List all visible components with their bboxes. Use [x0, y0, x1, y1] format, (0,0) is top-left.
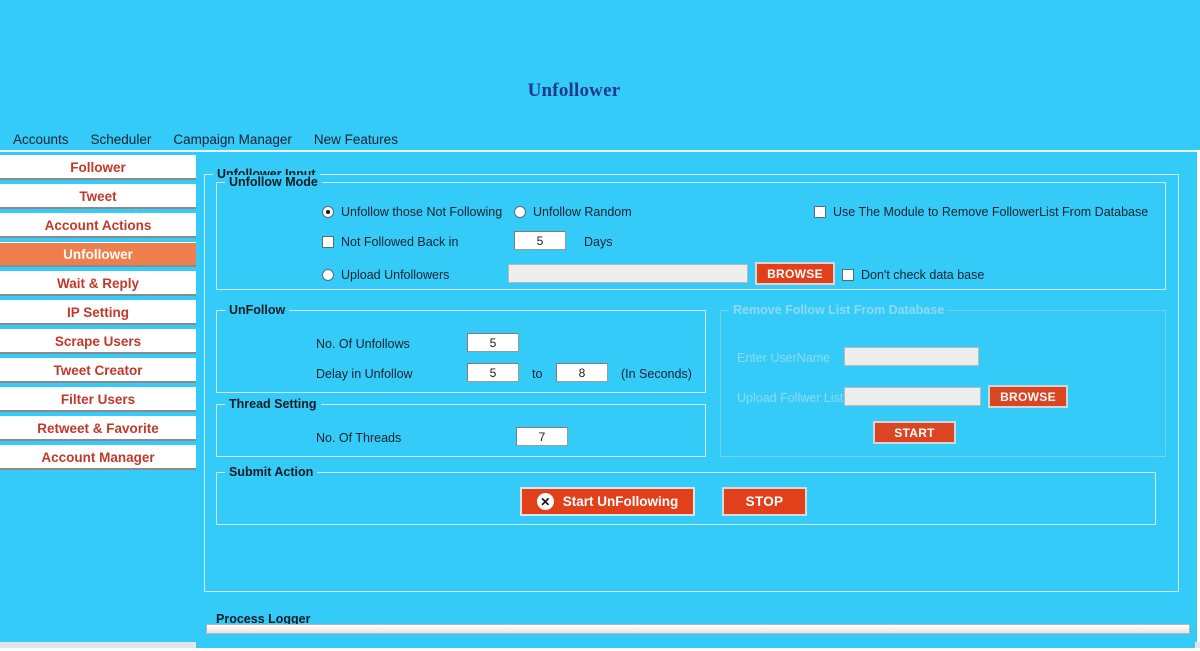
checkbox-dont-check-data-base[interactable]	[842, 269, 854, 281]
upload-follower-list-label: Upload Follwer List	[737, 391, 844, 405]
radio-upload-unfollowers[interactable]	[322, 269, 334, 281]
start-unfollowing-label: Start UnFollowing	[562, 494, 679, 509]
checkbox-not-followed-back-row[interactable]: Not Followed Back in	[322, 235, 458, 249]
checkbox-not-followed-back-label: Not Followed Back in	[341, 235, 459, 249]
checkbox-use-module-remove-followerlist[interactable]	[814, 206, 826, 218]
remove-follow-list-group: Remove Follow List From Database Enter U…	[720, 303, 1166, 457]
days-input[interactable]	[514, 231, 566, 250]
submit-action-legend: Submit Action	[225, 465, 318, 479]
unfollow-mode-legend: Unfollow Mode	[225, 175, 322, 189]
thread-setting-group: Thread Setting No. Of Threads	[216, 397, 706, 457]
sidebar-item-unfollower[interactable]: Unfollower	[0, 242, 196, 267]
delay-in-unfollow-label: Delay in Unfollow	[316, 367, 413, 381]
delay-seconds-label: (In Seconds)	[621, 367, 692, 381]
delay-to-input[interactable]	[556, 363, 608, 382]
delay-to-label: to	[532, 367, 543, 381]
thread-setting-legend: Thread Setting	[225, 397, 321, 411]
sidebar-item-filter-users[interactable]: Filter Users	[0, 387, 196, 412]
process-logger-group: Process Logger	[204, 612, 1194, 640]
checkbox-dont-check-db-label: Don't check data base	[861, 268, 985, 282]
sidebar: Follower Tweet Account Actions Unfollowe…	[0, 155, 196, 470]
upload-unfollowers-path-input[interactable]	[508, 264, 748, 283]
upload-follower-list-input[interactable]	[844, 387, 981, 406]
unfollow-legend: UnFollow	[225, 303, 290, 317]
no-of-threads-label: No. Of Threads	[316, 431, 402, 445]
main-panel: Unfollower Input Unfollow Mode Unfollow …	[196, 152, 1195, 648]
browse-follower-list-button[interactable]: BROWSE	[988, 385, 1068, 408]
process-logger-scrollbar-thumb[interactable]	[207, 625, 1189, 633]
checkbox-use-module-row[interactable]: Use The Module to Remove FollowerList Fr…	[814, 205, 1148, 219]
radio-unfollow-not-following-label: Unfollow those Not Following	[341, 205, 503, 219]
sidebar-item-follower[interactable]: Follower	[0, 155, 196, 180]
x-circle-icon: ✕	[536, 493, 554, 510]
sidebar-item-ip-setting[interactable]: IP Setting	[0, 300, 196, 325]
sidebar-item-wait-reply[interactable]: Wait & Reply	[0, 271, 196, 296]
sidebar-item-account-actions[interactable]: Account Actions	[0, 213, 196, 238]
sidebar-item-retweet-favorite[interactable]: Retweet & Favorite	[0, 416, 196, 441]
menu-item-scheduler[interactable]: Scheduler	[91, 132, 163, 147]
browse-unfollowers-button[interactable]: BROWSE	[755, 262, 835, 285]
radio-unfollow-random[interactable]	[514, 206, 526, 218]
days-unit-label: Days	[584, 235, 613, 249]
submit-action-group: Submit Action ✕ Start UnFollowing STOP	[216, 465, 1156, 525]
radio-unfollow-not-following-row[interactable]: Unfollow those Not Following	[322, 205, 502, 219]
radio-unfollow-random-row[interactable]: Unfollow Random	[514, 205, 632, 219]
radio-unfollow-not-following[interactable]	[322, 206, 334, 218]
unfollow-group: UnFollow No. Of Unfollows Delay in Unfol…	[216, 303, 706, 393]
checkbox-use-module-label: Use The Module to Remove FollowerList Fr…	[833, 205, 1149, 219]
radio-upload-unfollowers-label: Upload Unfollowers	[341, 268, 450, 282]
unfollow-mode-group: Unfollow Mode Unfollow those Not Followi…	[216, 175, 1166, 290]
no-of-unfollows-input[interactable]	[467, 333, 519, 352]
sidebar-item-account-manager[interactable]: Account Manager	[0, 445, 196, 470]
enter-username-input[interactable]	[844, 347, 979, 366]
checkbox-dont-check-db-row[interactable]: Don't check data base	[842, 268, 984, 282]
remove-follow-list-legend: Remove Follow List From Database	[729, 303, 949, 317]
stop-button[interactable]: STOP	[722, 487, 807, 516]
page-title: Unfollower	[527, 80, 621, 101]
start-remove-button[interactable]: START	[873, 421, 956, 444]
radio-upload-unfollowers-row[interactable]: Upload Unfollowers	[322, 268, 449, 282]
checkbox-not-followed-back[interactable]	[322, 236, 334, 248]
no-of-unfollows-label: No. Of Unfollows	[316, 337, 410, 351]
title-bar: Unfollower	[0, 0, 1200, 124]
menu-item-accounts[interactable]: Accounts	[13, 132, 80, 147]
sidebar-item-tweet-creator[interactable]: Tweet Creator	[0, 358, 196, 383]
sidebar-item-scrape-users[interactable]: Scrape Users	[0, 329, 196, 354]
menu-item-campaign-manager[interactable]: Campaign Manager	[173, 132, 303, 147]
menu-item-new-features[interactable]: New Features	[314, 132, 409, 147]
no-of-threads-input[interactable]	[516, 427, 568, 446]
menu-bar: Accounts Scheduler Campaign Manager New …	[0, 128, 420, 150]
radio-unfollow-random-label: Unfollow Random	[533, 205, 632, 219]
enter-username-label: Enter UserName	[737, 351, 831, 365]
delay-from-input[interactable]	[467, 363, 519, 382]
process-logger-scrollbar[interactable]	[206, 624, 1190, 634]
application-window: Unfollower Accounts Scheduler Campaign M…	[0, 0, 1200, 651]
sidebar-item-tweet[interactable]: Tweet	[0, 184, 196, 209]
start-unfollowing-button[interactable]: ✕ Start UnFollowing	[520, 487, 695, 516]
